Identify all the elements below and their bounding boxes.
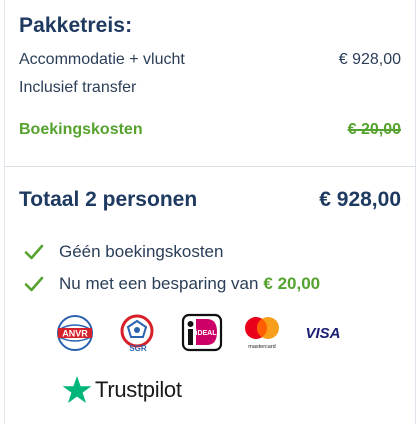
savings-amount: € 20,00 bbox=[263, 274, 321, 293]
mastercard-logo-text: mastercard bbox=[248, 344, 276, 350]
total-price: € 928,00 bbox=[319, 188, 401, 211]
accommodation-flight-row: Accommodatie + vlucht € 928,00 bbox=[19, 51, 401, 69]
payment-logos: ANVR SGR iDEAL mastercard VISA bbox=[55, 313, 355, 353]
package-section: Pakketreis: Accommodatie + vlucht € 928,… bbox=[5, 0, 415, 166]
trustpilot-label: Trustpilot bbox=[95, 377, 182, 402]
checkmark-icon bbox=[24, 244, 44, 260]
total-label: Totaal 2 personen bbox=[19, 188, 198, 211]
accommodation-flight-label: Accommodatie + vlucht bbox=[19, 51, 185, 68]
ideal-logo-text: iDEAL bbox=[196, 330, 218, 337]
accommodation-flight-price: € 928,00 bbox=[338, 51, 401, 68]
section-divider bbox=[5, 166, 415, 167]
price-summary-card: Pakketreis: Accommodatie + vlucht € 928,… bbox=[4, 0, 416, 424]
transfer-label: Inclusief transfer bbox=[19, 79, 137, 96]
visa-logo: VISA bbox=[305, 325, 340, 342]
transfer-row: Inclusief transfer bbox=[19, 79, 401, 97]
package-heading: Pakketreis: bbox=[19, 14, 133, 37]
booking-costs-row: Boekingskosten € 20,00 bbox=[19, 121, 401, 139]
trustpilot-star-icon bbox=[62, 376, 92, 403]
ideal-logo: iDEAL bbox=[181, 313, 223, 352]
sgr-logo: SGR bbox=[120, 314, 154, 353]
trustpilot-badge[interactable]: Trustpilot bbox=[62, 375, 182, 405]
booking-costs-price: € 20,00 bbox=[347, 121, 401, 138]
total-row: Totaal 2 personen € 928,00 bbox=[19, 188, 401, 212]
benefit-text: Géén boekingskosten bbox=[59, 242, 224, 261]
checkmark-icon bbox=[24, 276, 44, 292]
benefit-text: Nu met een besparing van bbox=[59, 274, 259, 293]
booking-costs-label: Boekingskosten bbox=[19, 121, 143, 138]
benefit-item: Géén boekingskosten bbox=[23, 241, 223, 263]
benefit-item: Nu met een besparing van € 20,00 bbox=[23, 273, 320, 295]
mastercard-logo: mastercard bbox=[245, 317, 279, 350]
sgr-logo-text: SGR bbox=[129, 344, 147, 353]
anvr-logo: ANVR bbox=[57, 315, 93, 351]
visa-logo-text: VISA bbox=[305, 325, 340, 342]
anvr-logo-text: ANVR bbox=[62, 329, 88, 339]
